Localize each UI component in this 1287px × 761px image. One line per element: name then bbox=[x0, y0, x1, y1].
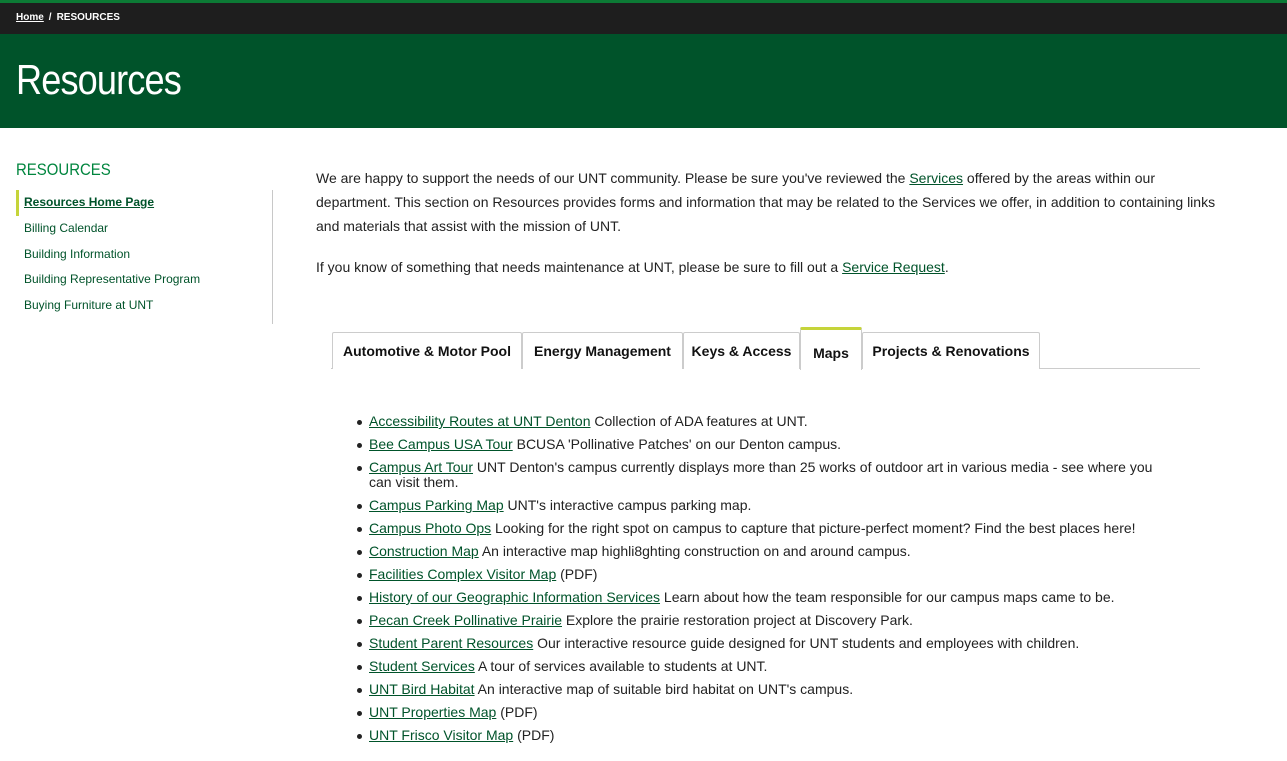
sidebar-item-resources-home[interactable]: Resources Home Page bbox=[16, 190, 272, 216]
list-item-description: Looking for the right spot on campus to … bbox=[491, 520, 1136, 536]
list-item: Facilities Complex Visitor Map (PDF) bbox=[357, 563, 1169, 586]
top-bar: Home / RESOURCES bbox=[0, 0, 1287, 34]
tab-maps[interactable]: Maps bbox=[800, 327, 862, 370]
list-item: Bee Campus USA Tour BCUSA 'Pollinative P… bbox=[357, 433, 1169, 456]
sidebar-item-building-information[interactable]: Building Information bbox=[16, 242, 272, 268]
facilities-complex-visitor-map-link[interactable]: Facilities Complex Visitor Map bbox=[369, 566, 556, 582]
intro-text: We are happy to support the needs of our… bbox=[316, 166, 1226, 296]
breadcrumb-separator: / bbox=[48, 12, 52, 23]
list-item: Accessibility Routes at UNT Denton Colle… bbox=[357, 410, 1169, 433]
campus-art-tour-link[interactable]: Campus Art Tour bbox=[369, 459, 473, 475]
unt-bird-habitat-link[interactable]: UNT Bird Habitat bbox=[369, 681, 475, 697]
list-item: Student Services A tour of services avai… bbox=[357, 655, 1169, 678]
student-parent-resources-link[interactable]: Student Parent Resources bbox=[369, 635, 533, 651]
list-item-description: BCUSA 'Pollinative Patches' on our Dento… bbox=[512, 436, 842, 452]
accessibility-routes-link[interactable]: Accessibility Routes at UNT Denton bbox=[369, 413, 591, 429]
list-item-description: An interactive map highli8ghting constru… bbox=[478, 543, 911, 559]
list-item: Student Parent Resources Our interactive… bbox=[357, 632, 1169, 655]
gis-history-link[interactable]: History of our Geographic Information Se… bbox=[369, 589, 660, 605]
list-item: Campus Art Tour UNT Denton's campus curr… bbox=[357, 456, 1169, 494]
list-item: UNT Bird Habitat An interactive map of s… bbox=[357, 678, 1169, 701]
sidebar-item-buying-furniture[interactable]: Buying Furniture at UNT bbox=[16, 293, 272, 319]
unt-frisco-visitor-map-link[interactable]: UNT Frisco Visitor Map bbox=[369, 727, 513, 743]
sidebar-title: RESOURCES bbox=[16, 160, 111, 179]
bee-campus-tour-link[interactable]: Bee Campus USA Tour bbox=[369, 436, 513, 452]
list-item-description: (PDF) bbox=[513, 727, 555, 743]
tab-projects-renovations[interactable]: Projects & Renovations bbox=[862, 332, 1040, 369]
sidebar-item-billing-calendar[interactable]: Billing Calendar bbox=[16, 216, 272, 242]
pecan-creek-prairie-link[interactable]: Pecan Creek Pollinative Prairie bbox=[369, 612, 562, 628]
list-item-description: Collection of ADA features at UNT. bbox=[590, 413, 808, 429]
unt-properties-map-link[interactable]: UNT Properties Map bbox=[369, 704, 496, 720]
list-item: UNT Properties Map (PDF) bbox=[357, 701, 1169, 724]
breadcrumb-home-link[interactable]: Home bbox=[16, 12, 44, 23]
breadcrumb-current: RESOURCES bbox=[56, 12, 120, 23]
tab-keys-access[interactable]: Keys & Access bbox=[683, 332, 800, 369]
list-item-description: Our interactive resource guide designed … bbox=[533, 635, 1080, 651]
intro-paragraph-2: If you know of something that needs main… bbox=[316, 255, 1226, 279]
list-item-description: Learn about how the team responsible for… bbox=[660, 589, 1115, 605]
campus-photo-ops-link[interactable]: Campus Photo Ops bbox=[369, 520, 491, 536]
list-item: History of our Geographic Information Se… bbox=[357, 586, 1169, 609]
sidebar-nav: Resources Home Page Billing Calendar Bui… bbox=[16, 190, 273, 324]
tab-energy-management[interactable]: Energy Management bbox=[522, 332, 683, 369]
service-request-link[interactable]: Service Request bbox=[842, 259, 945, 275]
list-item-description: UNT's interactive campus parking map. bbox=[503, 497, 752, 513]
maps-list: Accessibility Routes at UNT Denton Colle… bbox=[357, 410, 1169, 747]
breadcrumb: Home / RESOURCES bbox=[16, 12, 120, 23]
list-item-description: A tour of services available to students… bbox=[474, 658, 768, 674]
tab-automotive-motor-pool[interactable]: Automotive & Motor Pool bbox=[332, 332, 522, 369]
list-item-description: (PDF) bbox=[556, 566, 598, 582]
list-item-description: UNT Denton's campus currently displays m… bbox=[369, 459, 1153, 490]
list-item: Campus Photo Ops Looking for the right s… bbox=[357, 517, 1169, 540]
page-header: Resources bbox=[0, 34, 1287, 128]
list-item-description: An interactive map of suitable bird habi… bbox=[474, 681, 854, 697]
intro-p1-text: We are happy to support the needs of our… bbox=[316, 170, 910, 186]
construction-map-link[interactable]: Construction Map bbox=[369, 543, 479, 559]
intro-paragraph-1: We are happy to support the needs of our… bbox=[316, 166, 1226, 238]
sidebar-item-building-representative-program[interactable]: Building Representative Program bbox=[16, 267, 272, 293]
list-item-description: Explore the prairie restoration project … bbox=[561, 612, 913, 628]
list-item: Construction Map An interactive map high… bbox=[357, 540, 1169, 563]
list-item: Campus Parking Map UNT's interactive cam… bbox=[357, 494, 1169, 517]
page-title: Resources bbox=[16, 56, 182, 103]
intro-p2-text-after: . bbox=[944, 259, 949, 275]
list-item: UNT Frisco Visitor Map (PDF) bbox=[357, 724, 1169, 747]
resource-tabs: Automotive & Motor Pool Energy Managemen… bbox=[331, 327, 1200, 370]
services-link[interactable]: Services bbox=[909, 170, 963, 186]
list-item: Pecan Creek Pollinative Prairie Explore … bbox=[357, 609, 1169, 632]
campus-parking-map-link[interactable]: Campus Parking Map bbox=[369, 497, 504, 513]
list-item-description: (PDF) bbox=[496, 704, 538, 720]
intro-p2-text: If you know of something that needs main… bbox=[316, 259, 843, 275]
student-services-link[interactable]: Student Services bbox=[369, 658, 475, 674]
